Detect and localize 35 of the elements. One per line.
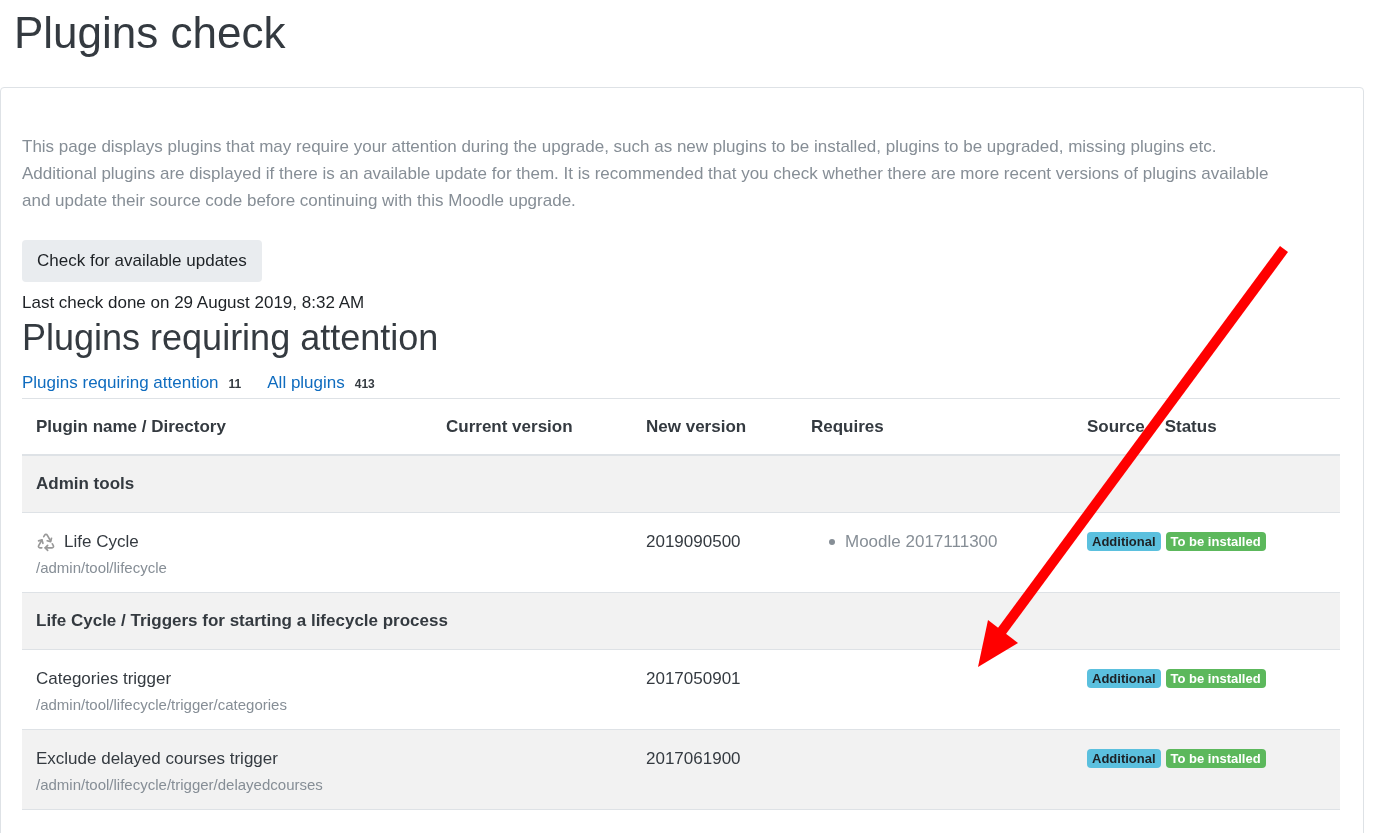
plugin-name: Exclude delayed courses trigger bbox=[36, 748, 278, 770]
status-label: Additional bbox=[1087, 532, 1161, 551]
status-label: To be installed bbox=[1165, 669, 1266, 688]
status-label: To be installed bbox=[1165, 532, 1266, 551]
new-version: 2017061900 bbox=[646, 748, 742, 770]
plugin-directory: /admin/tool/lifecycle/trigger/delayedcourses bbox=[36, 774, 323, 795]
column-header: Current version bbox=[446, 415, 573, 438]
column-header: New version bbox=[646, 415, 747, 438]
column-header: Source bbox=[1087, 415, 1145, 438]
description: This page displays plugins that may require your attention during the upgrade, such as new plugins to be installed, plugins to be upgraded, missing plugins etc. Additional plugins are displayed if there is an available update for them. It is recommended that you check whether there are more recent versions of plugins available and update their source code before continuing with this Moodle upgrade. bbox=[22, 136, 1270, 212]
group-heading: Life Cycle / Triggers for starting a lifecycle process bbox=[36, 610, 448, 633]
filter-link[interactable]: Plugins requiring attention bbox=[22, 370, 219, 396]
bullet-icon bbox=[829, 538, 835, 545]
column-header: Plugin name / Directory bbox=[36, 415, 226, 438]
page-title: Plugins check bbox=[13, 7, 286, 55]
filter-link[interactable]: All plugins bbox=[267, 370, 345, 396]
column-header: Requires bbox=[811, 415, 884, 438]
status-label: Additional bbox=[1087, 669, 1161, 688]
status-label: To be installed bbox=[1165, 749, 1266, 768]
count-label: 11 bbox=[228, 376, 242, 393]
last-check-text: Last check done on 29 August 2019, 8:32 AM bbox=[22, 292, 365, 314]
plugin-directory: /admin/tool/lifecycle/trigger/categories bbox=[36, 694, 287, 715]
new-version: 2019090500 bbox=[646, 531, 742, 553]
status-label: Additional bbox=[1087, 749, 1161, 768]
count-label: 413 bbox=[354, 376, 375, 393]
new-version: 2017050901 bbox=[646, 668, 742, 690]
plugin-name: Life Cycle bbox=[64, 531, 139, 553]
recycle-icon bbox=[36, 531, 56, 552]
check-updates-button[interactable]: Check for available updates bbox=[22, 240, 262, 282]
section-title: Plugins requiring attention bbox=[22, 317, 439, 359]
plugin-name: Categories trigger bbox=[36, 668, 172, 690]
requirement: Moodle 2017111300 bbox=[845, 531, 998, 553]
plugin-directory: /admin/tool/lifecycle bbox=[36, 557, 167, 578]
group-heading: Admin tools bbox=[36, 473, 135, 496]
column-header: Status bbox=[1164, 415, 1217, 438]
